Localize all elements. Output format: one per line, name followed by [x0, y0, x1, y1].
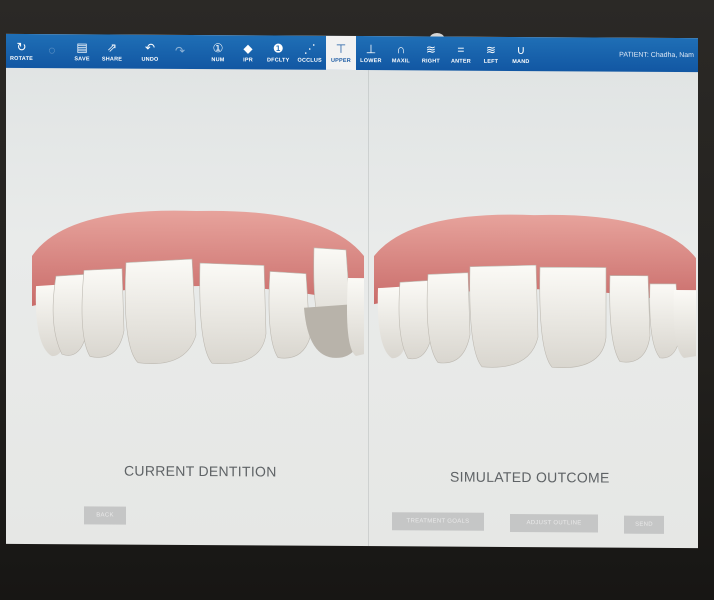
tooth — [609, 275, 651, 363]
share-icon: ⇗ — [106, 40, 118, 55]
tooth — [124, 258, 197, 364]
mandibular-icon: ∪ — [516, 42, 526, 57]
ipr-icon: ◆ — [243, 40, 253, 55]
tooth — [81, 268, 125, 358]
tooth — [199, 262, 267, 364]
occlusion-button[interactable]: ⋰ OCCLUS — [293, 36, 325, 70]
num-button[interactable]: ① NUM — [203, 35, 233, 69]
current-dentition-caption: CURRENT DENTITION — [124, 462, 277, 480]
save-label: SAVE — [74, 55, 90, 62]
occlusion-icon: ⋰ — [303, 41, 316, 56]
maxillary-button[interactable]: ∩ MAXIL — [386, 36, 416, 70]
mandibular-label: MAND — [512, 58, 530, 65]
anterior-view-button[interactable]: = ANTER — [446, 37, 476, 71]
ipr-label: IPR — [243, 56, 253, 63]
maxillary-icon: ∩ — [396, 41, 406, 56]
back-button[interactable]: BACK — [84, 506, 126, 525]
upper-button[interactable]: ⊤ UPPER — [325, 35, 356, 71]
rotate-button[interactable]: ↻ ROTATE — [6, 34, 37, 68]
left-view-icon: ≋ — [485, 42, 496, 57]
redo-button[interactable]: ↷ — [165, 35, 195, 69]
right-view-icon: ≋ — [425, 41, 436, 57]
ipr-button[interactable]: ◆ IPR — [233, 35, 263, 69]
difficulty-label: DFCLTY — [267, 56, 290, 64]
undo-button[interactable]: ↶ UNDO — [135, 35, 165, 69]
tooth — [426, 272, 471, 364]
anterior-view-icon: = — [457, 42, 465, 57]
left-view-button[interactable]: ≋ LEFT — [476, 37, 506, 71]
panel-divider — [368, 70, 369, 547]
difficulty-button[interactable]: ❶ DFCLTY — [263, 35, 293, 69]
undo-label: UNDO — [141, 56, 159, 63]
tooth — [539, 266, 607, 369]
rotate-icon: ↻ — [16, 39, 27, 54]
tooth — [268, 271, 311, 359]
lower-button[interactable]: ⊥ LOWER — [356, 36, 386, 70]
toolbar: ↻ ROTATE ◌ ▤ SAVE ⇗ SHARE ↶ UNDO ↷ ① NUM — [6, 33, 698, 73]
redo-icon: ↷ — [174, 43, 186, 58]
occlusion-label: OCCLUS — [297, 57, 322, 64]
num-label: NUM — [211, 56, 225, 63]
difficulty-icon: ❶ — [272, 41, 284, 56]
mandibular-button[interactable]: ∪ MAND — [506, 37, 536, 71]
tooth — [469, 264, 539, 368]
share-button[interactable]: ⇗ SHARE — [97, 34, 127, 68]
upper-icon: ⊤ — [335, 41, 347, 56]
left-view-label: LEFT — [483, 58, 499, 65]
send-button[interactable]: SEND — [624, 515, 664, 534]
anterior-view-label: ANTER — [450, 58, 471, 65]
share-label: SHARE — [101, 55, 123, 63]
save-button[interactable]: ▤ SAVE — [67, 34, 97, 68]
current-dentition-model[interactable] — [26, 206, 364, 378]
lower-icon: ⊥ — [365, 41, 377, 56]
save-icon: ▤ — [76, 39, 88, 54]
screen: ↻ ROTATE ◌ ▤ SAVE ⇗ SHARE ↶ UNDO ↷ ① NUM — [6, 33, 698, 549]
right-view-button[interactable]: ≋ RIGHT — [416, 36, 446, 70]
tooth — [673, 289, 696, 359]
simulated-outcome-caption: SIMULATED OUTCOME — [450, 468, 610, 486]
maxillary-label: MAXIL — [391, 57, 410, 64]
upper-label: UPPER — [330, 57, 351, 64]
simulated-outcome-model[interactable] — [370, 208, 698, 380]
num-icon: ① — [212, 40, 224, 55]
adjust-outline-button[interactable]: ADJUST OUTLINE — [510, 513, 598, 533]
rotate-label: ROTATE — [10, 55, 33, 62]
unknown-icon: ◌ — [48, 42, 56, 57]
right-view-label: RIGHT — [421, 57, 440, 65]
lower-label: LOWER — [360, 57, 382, 64]
patient-name: PATIENT: Chadha, Nam — [619, 51, 694, 59]
undo-icon: ↶ — [144, 40, 156, 55]
treatment-goals-button[interactable]: TREATMENT GOALS — [392, 512, 484, 531]
unlabeled-button[interactable]: ◌ — [37, 34, 67, 68]
